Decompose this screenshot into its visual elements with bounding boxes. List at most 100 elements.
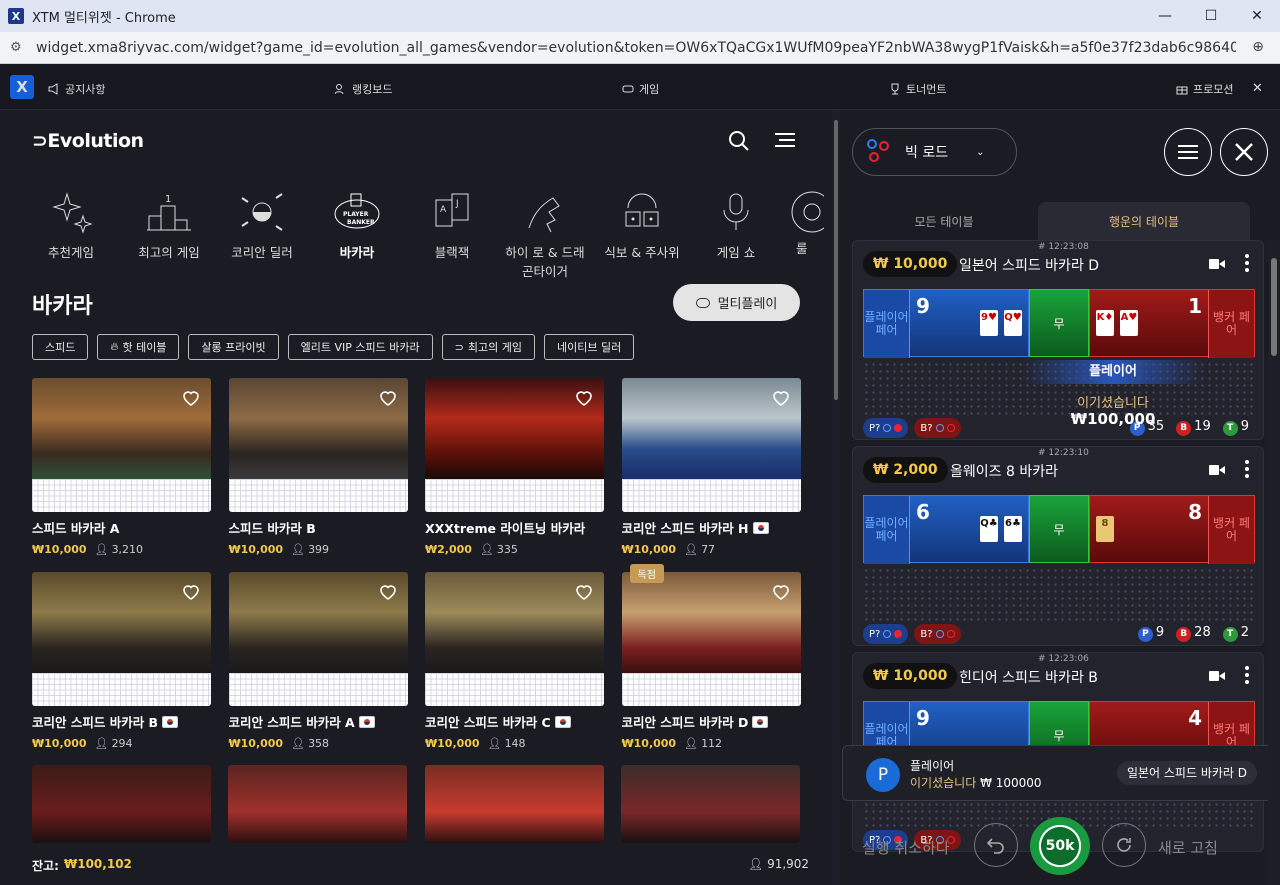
nav-ranking[interactable]: 랭킹보드 (335, 81, 392, 97)
banker-bet-area[interactable]: 8 8 뱅커 페어 (1089, 495, 1255, 564)
table-card[interactable]: ₩ 10,000 # 12:23:08 일본어 스피드 바카라 D 플레이어 페… (852, 240, 1264, 440)
heart-icon[interactable] (771, 388, 791, 408)
tab-all-tables[interactable]: 모든 테이블 (840, 202, 1050, 240)
game-card[interactable]: 독점 코리안 스피드 바카라 D ₩10,000 👤︎ 112 (621, 564, 801, 750)
scroll-thumb[interactable] (834, 120, 838, 400)
game-card[interactable]: XXXtreme 라이트닝 바카라 ₩2,000 👤︎ 335 (425, 378, 604, 556)
heart-icon[interactable] (181, 388, 201, 408)
table-card[interactable]: ₩ 2,000 # 12:23:10 올웨이즈 8 바카라 플레이어 페어 6 … (852, 446, 1264, 646)
bead-road (425, 673, 604, 706)
game-card[interactable]: 코리안 스피드 바카라 B ₩10,000 👤︎ 294 (32, 572, 211, 750)
nav-tournament[interactable]: 토너먼트 (889, 81, 946, 97)
heart-icon[interactable] (378, 388, 398, 408)
filter-elite-vip[interactable]: 엘리트 VIP 스피드 바카라 (287, 334, 433, 360)
filter-salon-prive[interactable]: 살롱 프라이빗 (188, 334, 279, 360)
nav-game[interactable]: 게임 (622, 81, 659, 97)
banker-bet-area[interactable]: K♦ A♥ 1 뱅커 페어 (1089, 289, 1255, 358)
hamburger-button[interactable] (1164, 128, 1212, 176)
undo-label[interactable]: 실행 취소하다 (862, 837, 950, 858)
site-info-icon[interactable]: ⚙ (10, 40, 24, 55)
category-baccarat[interactable]: PLAYER BANKER 바카라 (312, 186, 402, 261)
player-pair-button[interactable]: 플레이어 페어 (864, 290, 910, 358)
chip-50k[interactable]: 50k (1030, 817, 1090, 875)
more-vertical-icon[interactable] (1245, 666, 1249, 684)
nav-promotion[interactable]: 프로모션 (1176, 81, 1233, 97)
game-thumbnail[interactable] (32, 572, 211, 706)
game-meta: ₩2,000 👤︎ 335 (425, 543, 604, 556)
road-select-dropdown[interactable]: 빅 로드 ⌄ (852, 128, 1017, 176)
category-roulette[interactable]: 룰 (784, 186, 824, 257)
close-window-button[interactable]: ✕ (1234, 0, 1280, 32)
game-card-partial[interactable] (32, 765, 211, 843)
video-camera-icon[interactable] (1209, 464, 1225, 476)
refresh-button[interactable] (1102, 823, 1146, 867)
filter-native-dealer[interactable]: 네이티브 딜러 (543, 334, 635, 360)
player-ask-button[interactable]: P? (863, 418, 909, 438)
game-thumbnail[interactable] (425, 572, 604, 706)
game-thumbnail[interactable] (32, 378, 211, 512)
minimize-button[interactable]: — (1142, 0, 1188, 32)
menu-icon[interactable] (775, 132, 795, 148)
banker-pair-button[interactable]: 뱅커 페어 (1208, 496, 1254, 564)
scroll-thumb[interactable] (1271, 258, 1277, 356)
game-card-partial[interactable] (425, 765, 604, 843)
nav-notice[interactable]: 공지사항 (48, 81, 105, 97)
tie-button[interactable]: 무 (1029, 289, 1089, 357)
game-card[interactable]: 코리안 스피드 바카라 A ₩10,000 👤︎ 358 (228, 572, 408, 750)
category-sicbo[interactable]: 식보 & 주사위 (597, 186, 687, 261)
lobby-scrollbar[interactable] (832, 110, 840, 885)
filter-speed[interactable]: 스피드 (32, 334, 89, 360)
address-bar[interactable]: ⚙ widget.xma8riyvac.com/widget?game_id=e… (0, 32, 1280, 64)
game-thumbnail[interactable] (621, 572, 801, 706)
close-button[interactable] (1220, 128, 1268, 176)
game-card[interactable]: 코리안 스피드 바카라 C ₩10,000 👤︎ 148 (425, 572, 604, 750)
toast-table-name[interactable]: 일본어 스피드 바카라 D (1116, 761, 1257, 785)
category-korean-dealer[interactable]: 코리안 딜러 (217, 186, 307, 261)
heart-icon[interactable] (378, 582, 398, 602)
player-bet-area[interactable]: 플레이어 페어 6 Q♣ 6♣ (863, 495, 1029, 564)
game-card-partial[interactable] (621, 765, 800, 843)
category-blackjack[interactable]: AJ 블랙잭 (407, 186, 497, 261)
more-vertical-icon[interactable] (1245, 460, 1249, 478)
category-game-show[interactable]: 게임 쇼 (691, 186, 781, 261)
heart-icon[interactable] (574, 582, 594, 602)
category-recommended[interactable]: 추천게임 (26, 186, 116, 261)
game-thumbnail[interactable] (425, 378, 604, 512)
player-bet-area[interactable]: 플레이어 페어 9 9♥ Q♥ (863, 289, 1029, 358)
tables-scrollbar[interactable] (1268, 240, 1280, 885)
close-widget-icon[interactable]: ✕ (1252, 81, 1263, 96)
heart-icon[interactable] (574, 388, 594, 408)
game-card-partial[interactable] (228, 765, 407, 843)
undo-button[interactable] (974, 823, 1018, 867)
app-icon: X (8, 8, 24, 24)
maximize-button[interactable]: ☐ (1188, 0, 1234, 32)
banker-ask-button[interactable]: B? (914, 418, 961, 438)
multiplay-button[interactable]: 멀티플레이 (673, 284, 800, 321)
game-thumbnail[interactable] (228, 378, 408, 512)
more-vertical-icon[interactable] (1245, 254, 1249, 272)
heart-icon[interactable] (771, 582, 791, 602)
player-pair-button[interactable]: 플레이어 페어 (864, 496, 910, 564)
game-thumbnail[interactable] (228, 572, 408, 706)
banker-pair-button[interactable]: 뱅커 페어 (1208, 290, 1254, 358)
korea-flag-icon (358, 716, 375, 728)
tie-button[interactable]: 무 (1029, 495, 1089, 563)
refresh-label[interactable]: 새로 고침 (1158, 837, 1218, 858)
banker-ask-button[interactable]: B? (914, 624, 961, 644)
game-thumbnail[interactable] (621, 378, 801, 512)
search-icon[interactable] (728, 130, 750, 152)
category-top-games[interactable]: 1 최고의 게임 (124, 186, 214, 261)
zoom-icon[interactable]: ⊕ (1252, 39, 1264, 55)
category-dragon-tiger[interactable]: 하이 로 & 드래곤타이거 (500, 186, 590, 280)
heart-icon[interactable] (181, 582, 201, 602)
game-card[interactable]: 스피드 바카라 B ₩10,000 👤︎ 399 (228, 378, 408, 556)
video-camera-icon[interactable] (1209, 670, 1225, 682)
filter-hot[interactable]: 🔥︎ 핫 테이블 (97, 334, 180, 360)
filter-top-games[interactable]: ⊃ 최고의 게임 (441, 334, 535, 360)
video-camera-icon[interactable] (1209, 258, 1225, 270)
xtm-logo[interactable]: X (10, 75, 34, 99)
tab-lucky-tables[interactable]: 행운의 테이블 (1038, 202, 1250, 240)
game-card[interactable]: 코리안 스피드 바카라 H ₩10,000 👤︎ 77 (621, 378, 801, 556)
player-ask-button[interactable]: P? (863, 624, 909, 644)
game-card[interactable]: 스피드 바카라 A ₩10,000 👤︎ 3,210 (32, 378, 211, 556)
